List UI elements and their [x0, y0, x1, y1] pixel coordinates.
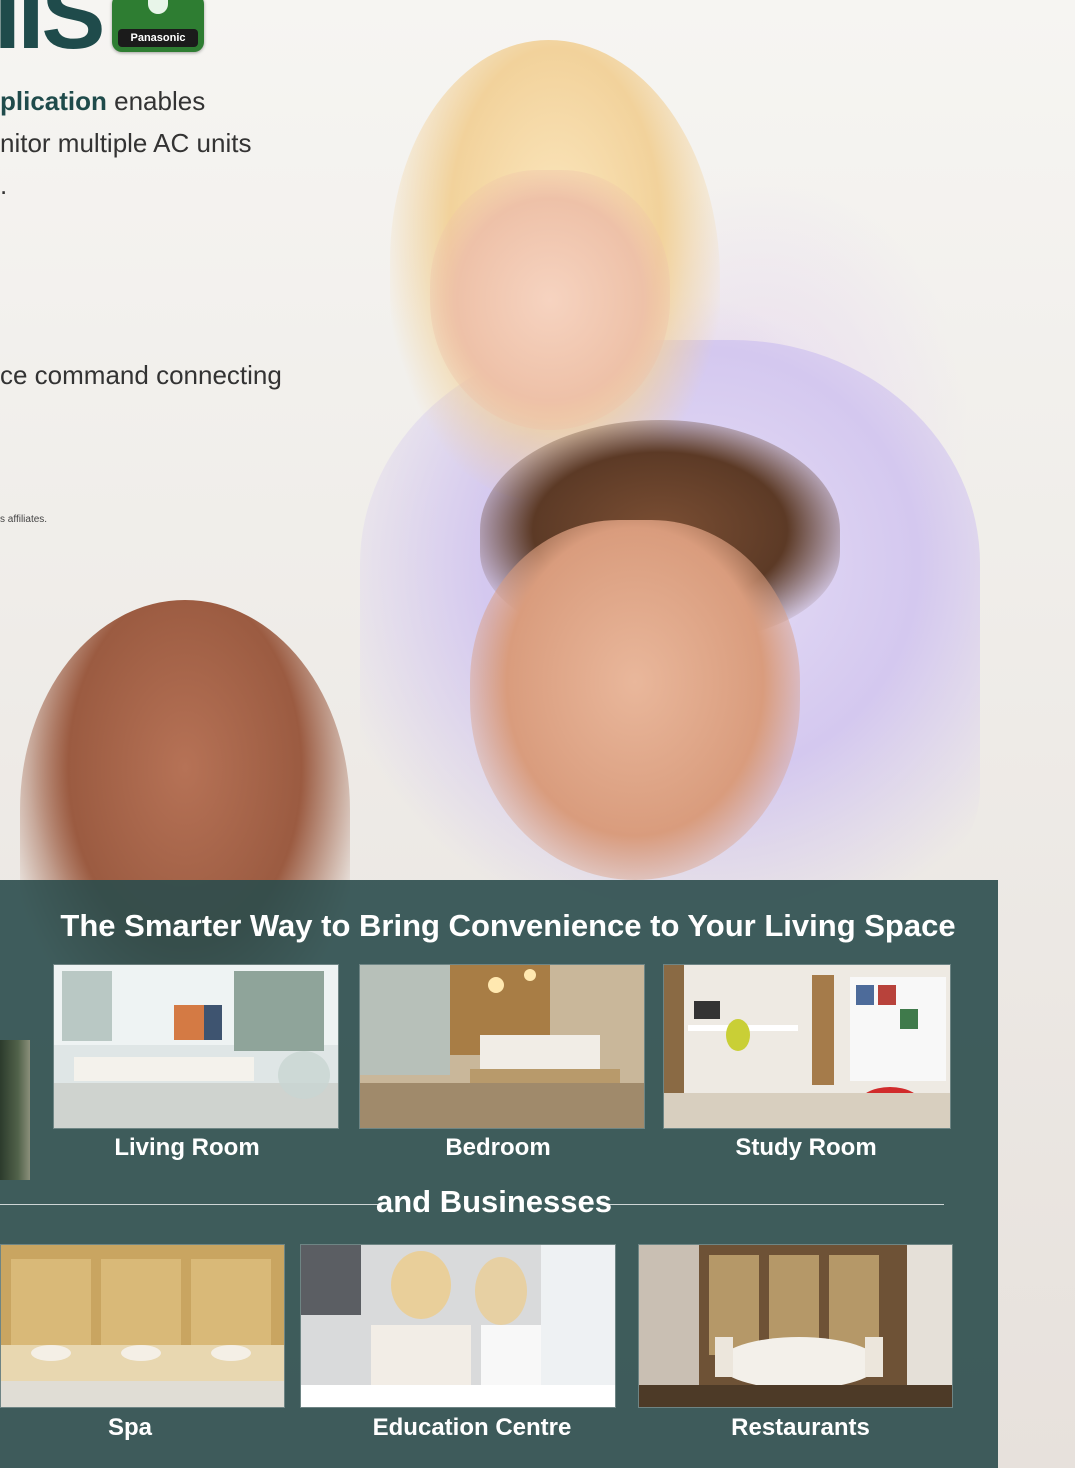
app-icon-brand-label: Panasonic	[118, 29, 198, 47]
bedroom-illustration	[360, 965, 644, 1128]
intro-bold-word: plication	[0, 86, 107, 116]
spa-caption: Spa	[107, 1414, 152, 1441]
intro-line-3: .	[0, 170, 8, 200]
spa-illustration	[1, 1245, 284, 1407]
living-room-illustration	[54, 965, 338, 1128]
voice-command-text: ce command connecting	[0, 360, 282, 390]
app-icon-glyph	[148, 0, 168, 14]
intro-paragraph: plication enables nitor multiple AC unit…	[0, 80, 251, 206]
business-section-title: and Businesses	[375, 1184, 613, 1219]
intro-line-2: nitor multiple AC units	[0, 128, 252, 158]
restaurants-caption: Restaurants	[731, 1414, 870, 1441]
study-room-caption: Study Room	[735, 1134, 877, 1161]
intro-line-1: enables	[106, 86, 206, 116]
living-room-photo	[53, 964, 339, 1129]
bedroom-caption: Bedroom	[445, 1134, 551, 1161]
education-centre-illustration	[301, 1245, 615, 1407]
affiliates-footnote: s affiliates.	[0, 514, 48, 525]
education-centre-caption: Education Centre	[372, 1414, 572, 1441]
panel-title: The Smarter Way to Bring Convenience to …	[60, 908, 956, 943]
man-face-shape	[470, 520, 800, 880]
panasonic-app-icon: Panasonic	[112, 0, 204, 52]
business-divider-right	[608, 1204, 944, 1205]
app-logo-text: IIS	[0, 0, 105, 69]
spa-photo	[0, 1244, 285, 1408]
woman-face-shape	[430, 170, 670, 430]
study-room-photo	[663, 964, 951, 1129]
living-room-caption: Living Room	[114, 1134, 260, 1161]
restaurants-photo	[638, 1244, 953, 1408]
restaurants-illustration	[639, 1245, 952, 1407]
study-room-illustration	[664, 965, 950, 1128]
education-centre-photo	[300, 1244, 616, 1408]
plant-photo-edge	[0, 1040, 30, 1180]
bedroom-photo	[359, 964, 645, 1129]
